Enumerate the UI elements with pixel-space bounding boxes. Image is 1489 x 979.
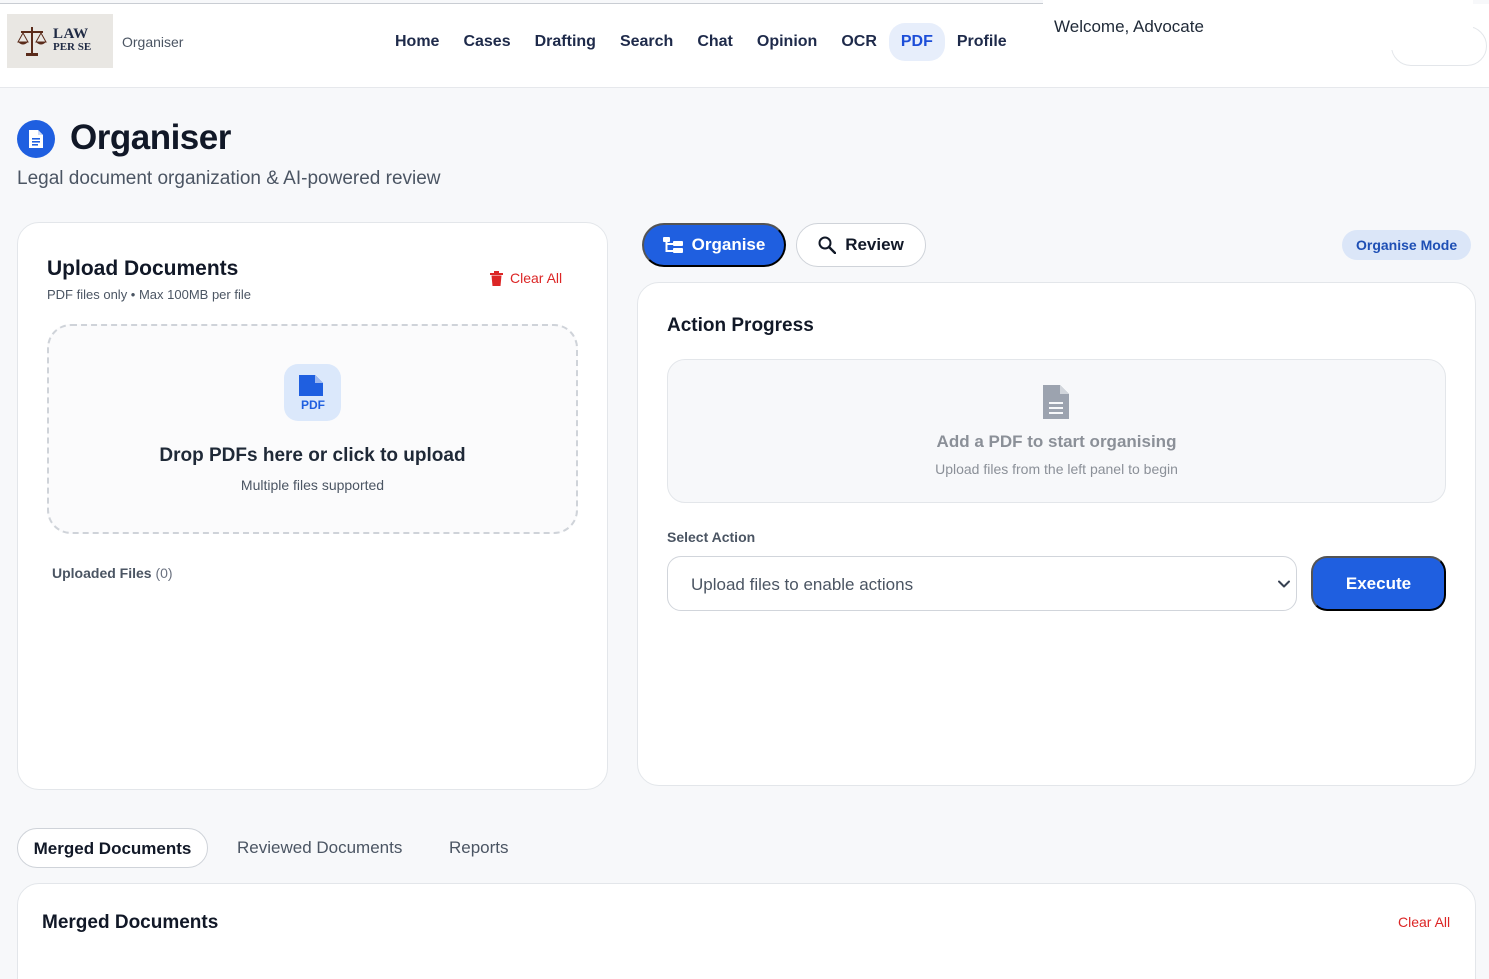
uploaded-files-text: Uploaded Files [52,565,152,581]
nav-ocr[interactable]: OCR [829,23,889,61]
page-subtitle: Legal document organization & AI-powered… [17,168,441,189]
tab-merged-documents[interactable]: Merged Documents [17,828,208,868]
uploaded-files-count: (0) [155,565,173,581]
progress-empty-subtitle: Upload files from the left panel to begi… [935,461,1178,477]
nav-opinion[interactable]: Opinion [745,23,829,61]
nav-cases[interactable]: Cases [451,23,522,61]
dropzone-subtitle: Multiple files supported [240,477,385,493]
action-progress-title: Action Progress [667,315,814,336]
mode-badge: Organise Mode [1342,230,1472,260]
merged-documents-title: Merged Documents [42,912,219,933]
merged-documents-panel [17,883,1476,979]
brand-subtitle: Organiser [122,34,184,50]
pdf-tile-label: PDF [301,398,325,412]
nav-home[interactable]: Home [383,23,451,61]
select-action-label: Select Action [667,529,756,545]
document-icon [17,120,55,158]
progress-empty-title: Add a PDF to start organising [936,432,1177,451]
pdf-file-icon: PDF [284,364,341,421]
uploaded-files-label: Uploaded Files (0) [52,565,173,581]
pdf-dropzone[interactable] [47,324,578,534]
upload-subtitle: PDF files only • Max 100MB per file [47,287,251,302]
organise-label: Organise [691,235,766,254]
nav-pdf[interactable]: PDF [888,23,945,61]
action-select-value: Upload files to enable actions [691,575,914,594]
action-panel [637,282,1476,786]
review-label: Review [845,235,904,254]
welcome-text: Welcome, Advocate [1054,17,1204,36]
dropzone-title: Drop PDFs here or click to upload [159,445,466,466]
progress-empty-state [667,359,1446,503]
tab-reports[interactable]: Reports [449,828,509,868]
logo-line1: LAW [53,26,89,42]
sitemap-icon [662,236,683,253]
logo-line2: PER SE [53,41,92,53]
file-lines-icon [1043,385,1069,419]
chevron-down-icon [1278,580,1290,588]
execute-button[interactable]: Execute [1311,556,1446,611]
organise-mode-button[interactable]: Organise [642,223,786,267]
review-mode-button[interactable]: Review [796,223,926,267]
scales-icon [17,27,47,56]
search-icon [818,236,837,254]
main-nav: Home Cases Drafting Search Chat Opinion … [383,23,1019,61]
nav-chat[interactable]: Chat [685,23,745,61]
nav-drafting[interactable]: Drafting [523,23,608,61]
logo[interactable]: LAW PER SE [7,14,113,68]
clear-all-merged-button[interactable]: Clear All [1398,914,1450,930]
page-title: Organiser [70,118,231,157]
clear-all-uploads-button[interactable]: Clear All [490,270,562,286]
logo-text: LAW PER SE [53,26,92,54]
nav-profile[interactable]: Profile [945,23,1019,61]
upload-title: Upload Documents [47,257,239,280]
trash-icon [490,270,503,286]
clear-all-label: Clear All [510,270,563,286]
tab-reviewed-documents[interactable]: Reviewed Documents [237,828,402,868]
nav-search[interactable]: Search [608,23,685,61]
